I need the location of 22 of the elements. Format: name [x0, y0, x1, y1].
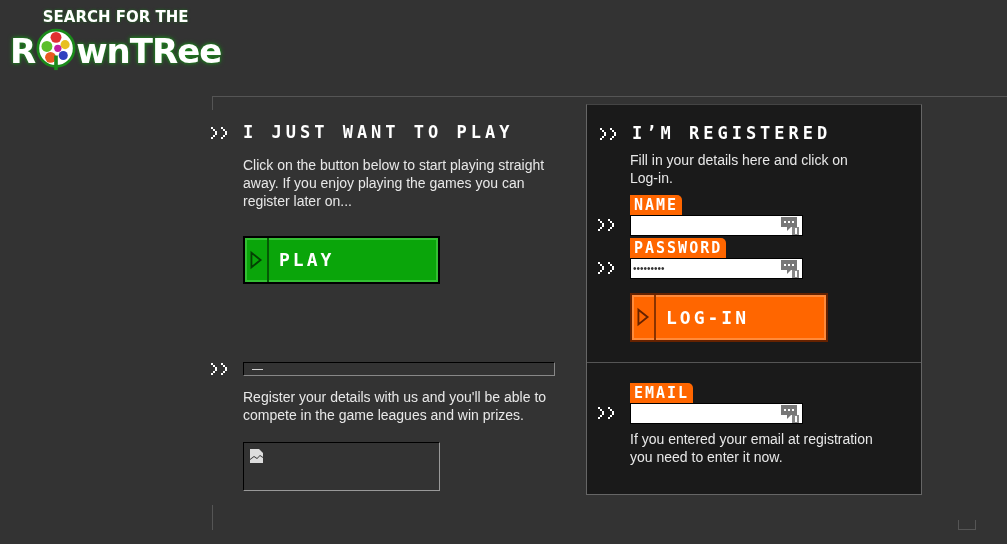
intro-text: Click on the button below to start playing straight away. If you enjoy playing the games you can register later on...: [243, 155, 546, 210]
key-bubble-icon: [780, 258, 800, 279]
logo-word: R: [10, 30, 37, 73]
input-field[interactable]: [630, 214, 803, 236]
input-field[interactable]: —: [243, 361, 555, 376]
field-label: PASSWORD: [630, 237, 727, 258]
logo-tagline: SEARCH FOR THE: [42, 8, 189, 26]
key-bubble-icon: [780, 403, 800, 424]
login-text: Fill in your details here and click on Log-in.: [630, 150, 849, 187]
logo-word: wnTRee: [76, 30, 222, 73]
broken-image-icon: [249, 447, 265, 464]
email-help-text: If you entered your email at registration you need to enter it now.: [630, 429, 874, 466]
section-heading: I’M REGISTERED: [632, 122, 832, 145]
section-heading: I JUST WANT TO PLAY: [243, 121, 514, 144]
field-label: EMAIL: [630, 382, 694, 403]
field-label: NAME: [630, 194, 683, 215]
logo[interactable]: SEARCH FOR THE R wnTRee: [10, 8, 222, 76]
input-field[interactable]: [630, 402, 803, 424]
corner-bracket: [958, 520, 976, 530]
register-text: Register your details with us and you'll be able to compete in the game leagues and win prizes.: [243, 387, 548, 424]
input-field[interactable]: •••••••••: [630, 257, 803, 279]
key-bubble-icon: [780, 215, 800, 236]
